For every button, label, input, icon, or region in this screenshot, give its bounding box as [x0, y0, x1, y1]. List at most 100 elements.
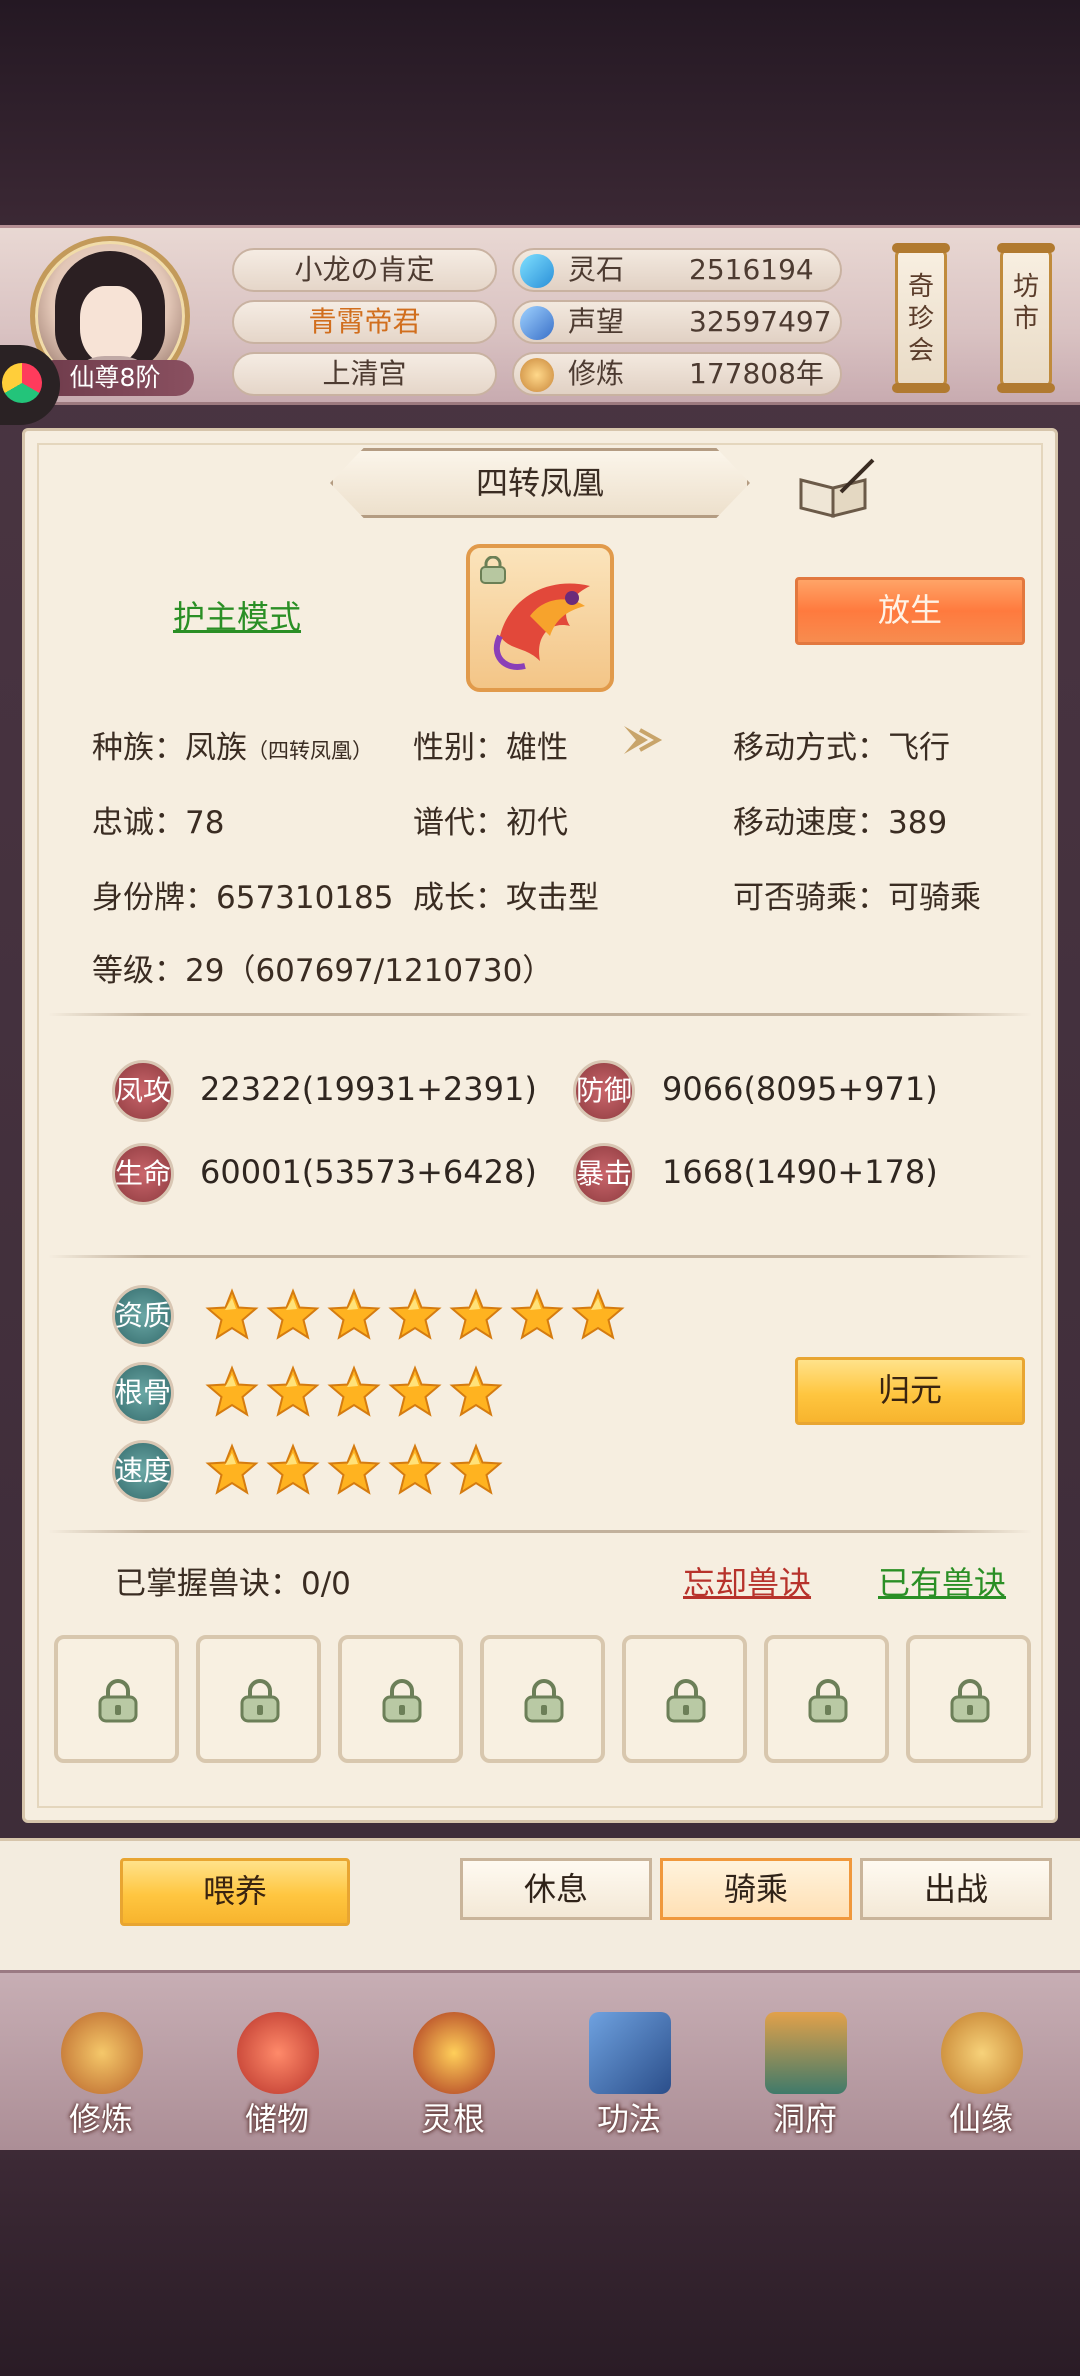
star-icon — [266, 1365, 320, 1419]
lock-icon — [480, 556, 506, 584]
arrow-right-icon[interactable] — [620, 718, 664, 762]
nav-cultivate[interactable]: 修炼 — [36, 2012, 166, 2142]
tab-ride[interactable]: 骑乘 — [660, 1858, 852, 1920]
player-name: 小龙の肯定 — [232, 248, 497, 292]
star-icon — [205, 1443, 259, 1497]
tab-battle[interactable]: 出战 — [860, 1858, 1052, 1920]
book-quill-icon[interactable] — [795, 458, 875, 520]
skill-slot[interactable] — [196, 1635, 321, 1763]
bone-badge: 根骨 — [112, 1362, 174, 1424]
health-badge: 生命 — [112, 1143, 174, 1205]
resource-value: 2516194 — [689, 253, 814, 286]
book-icon — [589, 2012, 671, 2094]
race-sub: （四转凤凰） — [247, 739, 373, 763]
tab-rest[interactable]: 休息 — [460, 1858, 652, 1920]
forget-skill-link[interactable]: 忘却兽诀 — [683, 1558, 811, 1604]
pet-name-banner: 四转凤凰 — [330, 448, 750, 518]
player-header: 仙尊8阶 小龙の肯定 青霄帝君 上清宫 灵石 2516194 声望 325974… — [0, 225, 1080, 405]
lock-icon — [240, 1679, 280, 1723]
resource-label: 声望 — [568, 305, 625, 338]
resource-label: 灵石 — [568, 253, 625, 286]
star-icon — [205, 1288, 259, 1342]
star-icon — [205, 1365, 259, 1419]
star-icon — [327, 1365, 381, 1419]
resource-xiulian: 修炼 177808年 — [512, 352, 842, 396]
bottom-backdrop — [0, 2150, 1080, 2376]
move-speed-info: 移动速度：389 — [733, 805, 948, 841]
treasure-fair-button[interactable]: 奇珍会 — [892, 243, 950, 393]
attack-value: 22322(19931+2391) — [200, 1070, 537, 1108]
market-button[interactable]: 坊市 — [997, 243, 1055, 393]
reset-button[interactable]: 归元 — [795, 1357, 1025, 1425]
nav-fate[interactable]: 仙缘 — [916, 2012, 1046, 2142]
skill-slot[interactable] — [764, 1635, 889, 1763]
divider — [48, 1255, 1032, 1258]
move-mode-info: 移动方式：飞行 — [733, 730, 950, 766]
nav-label: 洞府 — [772, 2100, 837, 2138]
player-title: 青霄帝君 — [232, 300, 497, 344]
nav-label: 修炼 — [68, 2100, 133, 2138]
scroll-label: 奇珍会 — [907, 272, 934, 366]
defense-badge: 防御 — [573, 1060, 635, 1122]
health-value: 60001(53573+6428) — [200, 1153, 537, 1191]
rank-badge: 仙尊8阶 — [36, 360, 194, 396]
nav-storage[interactable]: 储物 — [212, 2012, 342, 2142]
star-icon — [449, 1443, 503, 1497]
lock-icon — [950, 1679, 990, 1723]
skill-slot[interactable] — [622, 1635, 747, 1763]
race-value: 种族：凤族 — [92, 730, 247, 766]
resource-value: 32597497 — [689, 305, 832, 338]
nav-spirit-root[interactable]: 灵根 — [388, 2012, 518, 2142]
divider — [48, 1530, 1032, 1533]
loyalty-info: 忠诚：78 — [92, 805, 225, 841]
lock-icon — [666, 1679, 706, 1723]
crystal-icon — [520, 306, 554, 340]
id-tag-info: 身份牌：657310185 — [92, 880, 394, 916]
generation-info: 谱代：初代 — [413, 805, 568, 841]
star-icon — [266, 1288, 320, 1342]
crit-badge: 暴击 — [573, 1143, 635, 1205]
star-icon — [388, 1443, 442, 1497]
star-icon — [327, 1288, 381, 1342]
growth-info: 成长：攻击型 — [413, 880, 599, 916]
nav-cave[interactable]: 洞府 — [740, 2012, 870, 2142]
skill-slot[interactable] — [54, 1635, 179, 1763]
lock-icon — [808, 1679, 848, 1723]
defense-value: 9066(8095+971) — [662, 1070, 938, 1108]
gender-info: 性别：雄性 — [413, 730, 568, 766]
star-icon — [510, 1288, 564, 1342]
player-sect: 上清宫 — [232, 352, 497, 396]
aptitude-badge: 资质 — [112, 1285, 174, 1347]
meditation-icon — [520, 358, 554, 392]
attack-badge: 凤攻 — [112, 1060, 174, 1122]
resource-value: 177808年 — [689, 357, 824, 390]
divider — [48, 1013, 1032, 1016]
skill-slot[interactable] — [338, 1635, 463, 1763]
star-icon — [266, 1443, 320, 1497]
feed-button[interactable]: 喂养 — [120, 1858, 350, 1926]
cultivator-icon — [61, 2012, 143, 2094]
skills-mastered-label: 已掌握兽诀：0/0 — [115, 1566, 351, 1602]
release-button[interactable]: 放生 — [795, 577, 1025, 645]
star-icon — [388, 1288, 442, 1342]
gem-icon — [520, 254, 554, 288]
skill-slot[interactable] — [906, 1635, 1031, 1763]
level-info: 等级：29（607697/1210730） — [92, 953, 554, 989]
star-icon — [449, 1365, 503, 1419]
guard-mode-link[interactable]: 护主模式 — [173, 592, 301, 638]
star-icon — [327, 1443, 381, 1497]
skill-slot[interactable] — [480, 1635, 605, 1763]
top-backdrop — [0, 0, 1080, 225]
nav-label: 功法 — [596, 2100, 661, 2138]
pet-portrait[interactable] — [466, 544, 614, 692]
lock-icon — [382, 1679, 422, 1723]
bag-icon — [237, 2012, 319, 2094]
crit-value: 1668(1490+178) — [662, 1153, 938, 1191]
gourd-icon — [941, 2012, 1023, 2094]
nav-techniques[interactable]: 功法 — [564, 2012, 694, 2142]
star-icon — [571, 1288, 625, 1342]
nav-label: 灵根 — [420, 2100, 485, 2138]
owned-skills-link[interactable]: 已有兽诀 — [878, 1558, 1006, 1604]
resource-shengwang: 声望 32597497 — [512, 300, 842, 344]
nav-label: 储物 — [244, 2100, 309, 2138]
